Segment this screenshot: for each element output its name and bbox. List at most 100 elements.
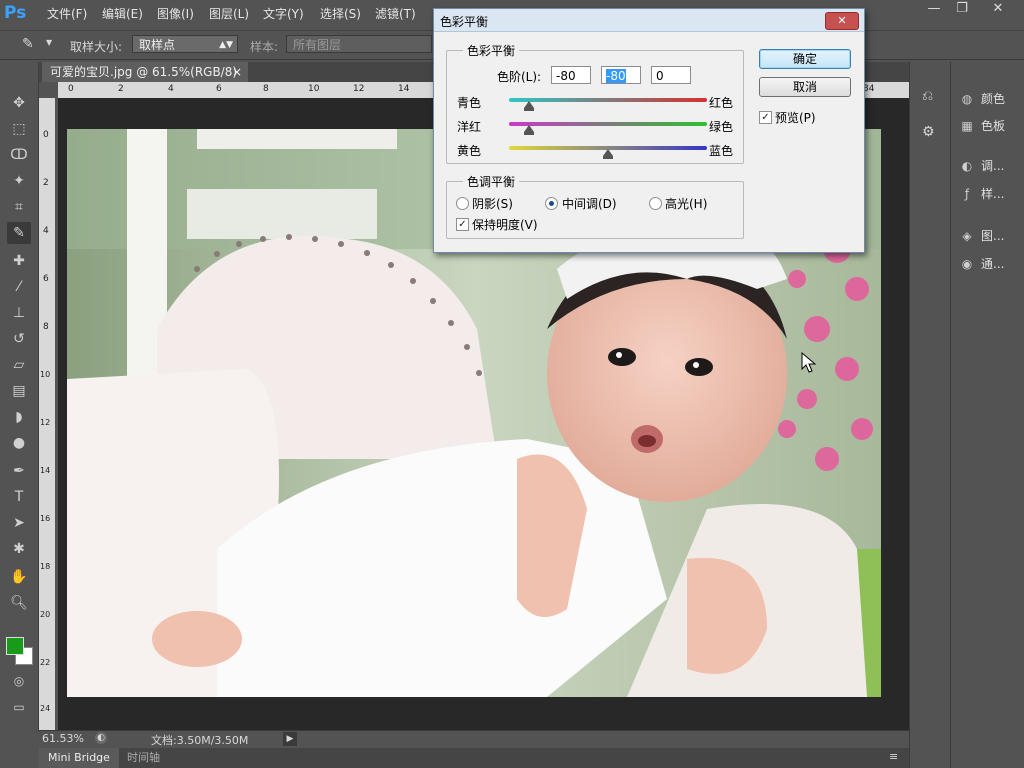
stamp-tool-icon[interactable]: ⊥ [7,302,31,324]
menu-edit[interactable]: 编辑(E) [102,5,143,22]
level-yellow-blue-input[interactable]: 0 [651,66,691,84]
magenta-green-slider[interactable] [509,122,707,126]
doc-size: 文档:3.50M/3.50M [151,734,249,747]
shadows-radio[interactable] [456,197,469,210]
blur-tool-icon[interactable]: ◗ [7,406,31,428]
ruler-label: 22 [40,658,51,667]
group-title: 色调平衡 [463,173,520,190]
cyan-red-slider[interactable] [509,98,707,102]
history-panel-icon[interactable]: ⎌ [922,88,933,104]
type-tool-icon[interactable]: T [7,486,31,508]
menu-file[interactable]: 文件(F) [47,5,87,22]
ruler-label: 6 [43,274,49,284]
color-balance-dialog: 色彩平衡 ✕ 色彩平衡 色阶(L): -80 -80 0 青色 红色 洋红 绿色… [433,8,865,253]
sample-size-select[interactable]: 取样点 ▲▼ [132,35,238,53]
gradient-tool-icon[interactable]: ▤ [7,380,31,402]
sample-select[interactable]: 所有图层 [286,35,432,53]
adjustments-icon: ◐ [961,159,973,173]
ruler-label: 2 [118,84,124,94]
toolbox: ✥ ⬚ ↀ ✦ ⌗ ✎ ✚ ⁄ ⊥ ↺ ▱ ▤ ◗ ● ✒ T ➤ ✱ ✋ 🔍︎… [0,62,39,732]
menu-filter[interactable]: 滤镜(T) [375,5,416,22]
healing-tool-icon[interactable]: ✚ [7,250,31,272]
preserve-luminosity-label[interactable]: 保持明度(V) [472,216,538,233]
menu-select[interactable]: 选择(S) [320,5,361,22]
history-brush-icon[interactable]: ↺ [7,328,31,350]
restore-button[interactable]: ❐ [948,0,976,18]
ok-button[interactable]: 确定 [759,49,851,69]
slider-left-label: 洋红 [457,120,482,134]
magenta-green-thumb[interactable] [524,125,534,135]
yellow-blue-thumb[interactable] [603,149,613,159]
cyan-red-thumb[interactable] [524,101,534,111]
tab-close-icon[interactable]: × [232,62,242,82]
ruler-label: 16 [40,514,51,523]
path-select-icon[interactable]: ➤ [7,512,31,534]
panel-styles[interactable]: ƒ 样... [957,183,1005,205]
preserve-luminosity-checkbox[interactable]: ✓ [456,218,469,231]
menu-type[interactable]: 文字(Y) [263,5,304,22]
ruler-label: 0 [68,84,74,94]
quick-select-tool-icon[interactable]: ✦ [7,170,31,192]
zoom-tool-icon[interactable]: 🔍︎ [7,592,31,614]
highlights-label[interactable]: 高光(H) [665,195,707,212]
level-magenta-green-input[interactable]: -80 [601,66,641,84]
dodge-tool-icon[interactable]: ● [7,432,31,454]
menu-image[interactable]: 图像(I) [157,5,194,22]
shape-tool-icon[interactable]: ✱ [7,538,31,560]
highlights-radio[interactable] [649,197,662,210]
quick-mask-icon[interactable]: ◎ [7,670,31,692]
window-close-button[interactable]: ✕ [984,0,1012,18]
select-arrow-icon: ▲▼ [219,40,233,50]
brush-tool-icon[interactable]: ⁄ [7,276,31,298]
panel-adjustments[interactable]: ◐ 调... [957,155,1005,177]
ruler-label: 4 [168,84,174,94]
eyedropper-icon[interactable]: ✎ [22,36,34,52]
eyedropper-tool-icon[interactable]: ✎ [7,222,31,244]
panel-label: 通... [981,257,1005,271]
sample-label: 样本: [250,40,279,54]
ruler-label: 0 [43,130,49,140]
properties-panel-icon[interactable]: ⚙ [922,124,935,140]
zoom-level[interactable]: 61.53% [42,732,84,745]
timeline-tab[interactable]: 时间轴 [121,748,166,768]
ruler-label: 10 [40,370,51,379]
panel-layers[interactable]: ◈ 图... [957,225,1004,247]
sample-value: 所有图层 [293,38,342,52]
slider-left-label: 青色 [457,96,482,110]
mini-bridge-tab[interactable]: Mini Bridge [39,748,119,768]
shadows-label[interactable]: 阴影(S) [472,195,513,212]
lasso-tool-icon[interactable]: ↀ [7,144,31,166]
crop-tool-icon[interactable]: ⌗ [7,196,31,218]
status-menu-arrow-icon[interactable]: ▶ [283,732,297,746]
panel-icon-strip: ⎌ ⚙ [909,62,950,768]
midtones-radio[interactable] [545,197,558,210]
panel-color[interactable]: ◍ 颜色 [957,88,1005,110]
panel-swatches[interactable]: ▦ 色板 [957,115,1005,137]
panel-label: 色板 [981,119,1006,133]
preview-label[interactable]: 预览(P) [775,109,816,126]
status-info-icon[interactable]: ◐ [95,732,107,744]
minimize-button[interactable]: — [920,0,948,18]
level-cyan-red-input[interactable]: -80 [551,66,591,84]
document-tab[interactable]: 可爱的宝贝.jpg @ 61.5%(RGB/8) × [42,62,248,82]
dialog-title-bar[interactable]: 色彩平衡 ✕ [434,9,864,32]
panel-menu-icon[interactable]: ≡ [889,750,898,763]
menu-layer[interactable]: 图层(L) [209,5,249,22]
ruler-label: 14 [398,84,410,94]
tool-preset-arrow-icon[interactable]: ▼ [46,38,52,47]
ruler-label: 20 [40,610,51,619]
eraser-tool-icon[interactable]: ▱ [7,354,31,376]
move-tool-icon[interactable]: ✥ [7,92,31,114]
marquee-tool-icon[interactable]: ⬚ [7,118,31,140]
group-title: 色彩平衡 [463,42,520,59]
hand-tool-icon[interactable]: ✋ [7,566,31,588]
screen-mode-icon[interactable]: ▭ [7,696,31,718]
ruler-label: 10 [308,84,320,94]
preview-checkbox[interactable]: ✓ [759,111,772,124]
panel-channels[interactable]: ◉ 通... [957,253,1005,275]
foreground-color-swatch[interactable] [6,637,24,655]
midtones-label[interactable]: 中间调(D) [562,195,617,212]
dialog-close-button[interactable]: ✕ [825,12,859,30]
pen-tool-icon[interactable]: ✒ [7,460,31,482]
cancel-button[interactable]: 取消 [759,77,851,97]
